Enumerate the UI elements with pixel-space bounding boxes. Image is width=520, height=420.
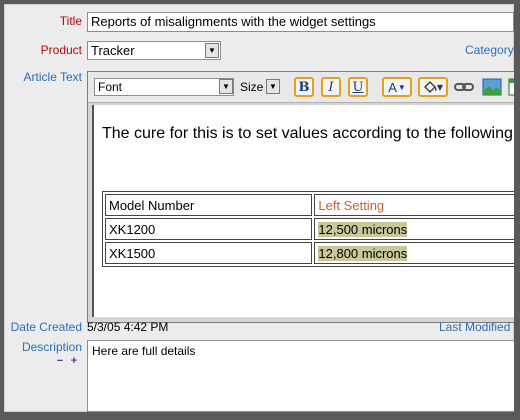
font-color-icon: A [388, 79, 397, 95]
italic-button[interactable]: I [321, 77, 341, 97]
article-form: Title Reports of misalignments with the … [4, 4, 514, 412]
paint-bucket-icon [424, 81, 437, 93]
table-cell: 12,500 microns [314, 218, 514, 240]
table-header-cell: Model Number [105, 194, 313, 216]
product-select-value: Tracker [91, 43, 135, 58]
font-select[interactable]: Font [94, 78, 234, 96]
table-icon[interactable] [508, 78, 514, 96]
highlighted-value: 12,500 microns [318, 221, 408, 237]
font-color-chevron-icon: ▼ [397, 82, 406, 92]
image-icon[interactable] [482, 78, 502, 96]
highlight-color-button[interactable]: ▼ [418, 77, 448, 97]
editor-toolbar: Font ▼ Size ▼ B I U A ▼ ▼ [88, 72, 514, 103]
date-created-label: Date Created [10, 320, 82, 334]
table-cell: 12,800 microns [314, 242, 514, 264]
article-paragraph: The cure for this is to set values accor… [102, 125, 513, 142]
last-modified-label: Last Modified [439, 320, 511, 334]
settings-table: Model Number Left Setting XK1200 12,500 … [102, 191, 514, 267]
font-chevron-down-icon[interactable]: ▼ [219, 79, 233, 94]
link-icon[interactable] [454, 80, 474, 94]
bold-button[interactable]: B [294, 77, 314, 97]
table-header-cell: Left Setting [314, 194, 514, 216]
description-label: Description [21, 340, 82, 354]
title-label: Title [59, 14, 82, 28]
minus-icon[interactable]: − [55, 356, 65, 367]
font-color-button[interactable]: A ▼ [382, 77, 412, 97]
description-field[interactable]: Here are full details [87, 340, 514, 412]
highlight-chevron-icon: ▼ [436, 82, 444, 92]
category-label: Category [465, 43, 514, 57]
article-text-label: Article Text [23, 70, 82, 84]
highlighted-value: 12,800 microns [318, 245, 408, 261]
editor-content[interactable]: The cure for this is to set values accor… [92, 105, 514, 317]
rich-text-editor: Font ▼ Size ▼ B I U A ▼ ▼ The cure for t… [87, 71, 514, 323]
plus-icon[interactable]: + [69, 356, 79, 367]
size-chevron-down-icon[interactable]: ▼ [266, 79, 280, 94]
table-cell: XK1500 [105, 242, 313, 264]
title-field[interactable]: Reports of misalignments with the widget… [87, 12, 514, 32]
table-header-row: Model Number Left Setting [105, 194, 514, 216]
product-select[interactable]: Tracker [87, 41, 221, 60]
chevron-down-icon[interactable]: ▼ [205, 43, 219, 58]
size-select-value: Size [240, 80, 264, 94]
font-select-value: Font [98, 80, 123, 94]
date-created-value: 5/3/05 4:42 PM [87, 320, 169, 334]
table-row: XK1200 12,500 microns [105, 218, 514, 240]
product-label: Product [40, 43, 82, 57]
underline-button[interactable]: U [348, 77, 368, 97]
table-cell: XK1200 [105, 218, 313, 240]
table-row: XK1500 12,800 microns [105, 242, 514, 264]
